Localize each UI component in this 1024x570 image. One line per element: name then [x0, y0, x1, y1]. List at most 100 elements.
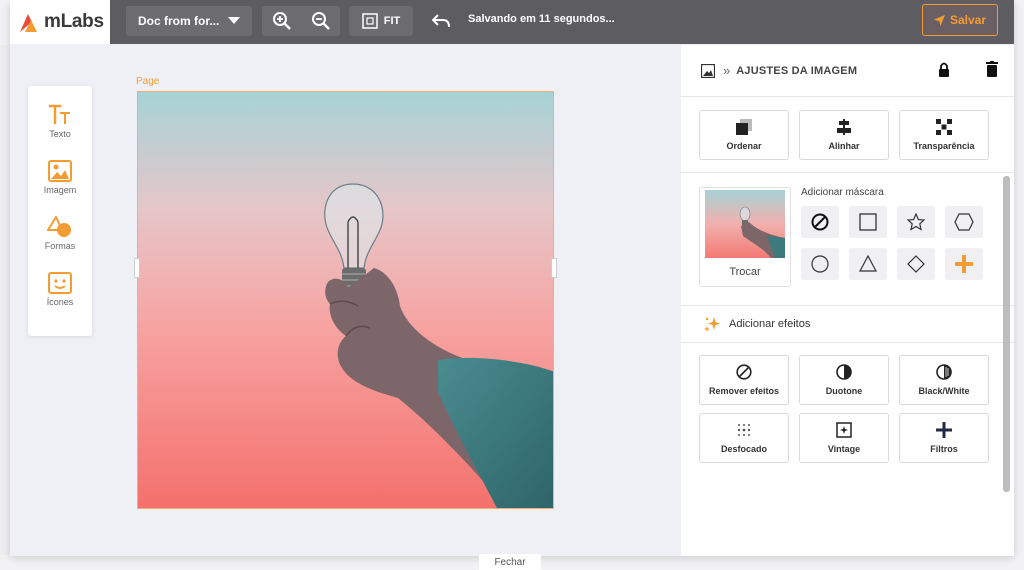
effect-label: Desfocado: [720, 444, 767, 454]
tool-image[interactable]: Imagem: [28, 160, 92, 216]
tool-text[interactable]: Texto: [28, 104, 92, 160]
zoom-in-icon[interactable]: [272, 11, 292, 31]
effects-title: Adicionar efeitos: [729, 318, 811, 330]
remove-effects-icon: [736, 364, 752, 380]
vintage-button[interactable]: Vintage: [799, 413, 889, 463]
resize-handle-left[interactable]: [134, 258, 140, 278]
logo-text: mLabs: [44, 11, 104, 32]
mask-square[interactable]: [849, 206, 887, 238]
effect-label: Duotone: [825, 386, 863, 396]
fit-icon: [362, 13, 378, 29]
blur-button[interactable]: Desfocado: [699, 413, 789, 463]
black-white-button[interactable]: Black/White: [899, 355, 989, 405]
swap-image-card[interactable]: Trocar: [699, 187, 791, 287]
image-icon: [48, 160, 72, 182]
document-select[interactable]: Doc from for...: [126, 6, 252, 36]
align-label: Alinhar: [828, 141, 860, 151]
order-label: Ordenar: [726, 141, 762, 151]
action-buttons: Ordenar Alinhar Transparência: [681, 97, 1014, 172]
elements-toolbar: Texto Imagem Formas Ícones: [28, 86, 92, 336]
panel-header: » AJUSTES DA IMAGEM: [681, 45, 1014, 97]
mask-hexagon[interactable]: [945, 206, 983, 238]
order-icon: [736, 119, 752, 135]
close-button[interactable]: Fechar: [479, 554, 541, 570]
tool-label: Texto: [49, 129, 71, 139]
align-button[interactable]: Alinhar: [799, 110, 889, 160]
blur-icon: [737, 424, 751, 436]
page-label: Page: [136, 76, 160, 87]
effects-grid: Remover efeitos Duotone Black/White Desf…: [681, 343, 1014, 475]
filters-icon: [936, 422, 952, 438]
tool-label: Imagem: [43, 185, 77, 195]
lightbulb-photo[interactable]: [138, 92, 554, 509]
mask-diamond[interactable]: [897, 248, 935, 280]
effect-label: Vintage: [827, 444, 861, 454]
breadcrumb-chevron-icon: »: [723, 63, 731, 78]
tool-icons[interactable]: Ícones: [28, 272, 92, 328]
triangle-icon: [859, 255, 877, 272]
save-label: Salvar: [949, 13, 987, 27]
image-editor-modal: mLabs Doc from for... FIT Salvando em 11…: [10, 0, 1014, 556]
align-icon: [837, 119, 851, 135]
mask-grid: [801, 206, 996, 280]
transparency-button[interactable]: Transparência: [899, 110, 989, 160]
image-thumbnail: [705, 190, 785, 258]
mask-title: Adicionar máscara: [801, 187, 884, 198]
effect-label: Filtros: [930, 444, 958, 454]
lock-icon[interactable]: [938, 62, 950, 77]
transparency-label: Transparência: [913, 141, 975, 151]
black-white-icon: [936, 364, 952, 380]
mask-circle[interactable]: [801, 248, 839, 280]
mask-triangle[interactable]: [849, 248, 887, 280]
mask-none[interactable]: [801, 206, 839, 238]
duotone-icon: [836, 364, 852, 380]
text-icon: [49, 104, 70, 124]
circle-icon: [811, 255, 829, 273]
effect-label: Black/White: [918, 386, 970, 396]
mask-options: Adicionar máscara: [801, 187, 996, 291]
square-icon: [859, 213, 877, 231]
mask-star[interactable]: [897, 206, 935, 238]
effect-label: Remover efeitos: [708, 386, 780, 396]
mlabs-logo-icon: [20, 14, 37, 32]
icons-icon: [48, 272, 72, 294]
document-name: Doc from for...: [138, 14, 220, 28]
editor-topbar: mLabs Doc from for... FIT Salvando em 11…: [10, 0, 1014, 44]
chevron-down-icon: [228, 17, 240, 24]
diamond-icon: [907, 255, 925, 273]
tool-label: Ícones: [46, 297, 74, 307]
effects-header: Adicionar efeitos: [681, 305, 1014, 343]
tool-label: Formas: [44, 241, 76, 251]
resize-handle-right[interactable]: [551, 258, 557, 278]
zoom-out-icon[interactable]: [311, 11, 331, 31]
save-button[interactable]: Salvar: [922, 4, 998, 36]
order-button[interactable]: Ordenar: [699, 110, 789, 160]
zoom-controls: [262, 6, 340, 36]
fit-label: FIT: [383, 15, 401, 27]
image-icon: [701, 63, 715, 78]
shapes-icon: [47, 216, 71, 237]
sparkles-icon: [704, 317, 720, 332]
ban-icon: [811, 213, 829, 231]
logo: mLabs: [10, 0, 110, 44]
image-settings-panel: » AJUSTES DA IMAGEM Ordenar Alinhar Tran…: [681, 45, 1014, 556]
send-icon: [933, 14, 945, 26]
star-icon: [907, 213, 925, 231]
trash-icon[interactable]: [986, 61, 998, 77]
save-status: Salvando em 11 segundos...: [468, 13, 615, 25]
filters-button[interactable]: Filtros: [899, 413, 989, 463]
undo-icon: [432, 14, 450, 28]
panel-scrollbar[interactable]: [1003, 176, 1010, 492]
remove-effects-button[interactable]: Remover efeitos: [699, 355, 789, 405]
panel-title: AJUSTES DA IMAGEM: [736, 64, 858, 77]
mask-section: Trocar Adicionar máscara: [681, 173, 1014, 305]
canvas-page[interactable]: [137, 91, 554, 509]
mask-plus[interactable]: [945, 248, 983, 280]
fit-button[interactable]: FIT: [349, 6, 413, 36]
undo-button[interactable]: [430, 10, 452, 32]
hexagon-icon: [954, 213, 974, 231]
swap-label: Trocar: [729, 266, 761, 278]
plus-icon: [955, 255, 973, 273]
duotone-button[interactable]: Duotone: [799, 355, 889, 405]
tool-shapes[interactable]: Formas: [28, 216, 92, 272]
